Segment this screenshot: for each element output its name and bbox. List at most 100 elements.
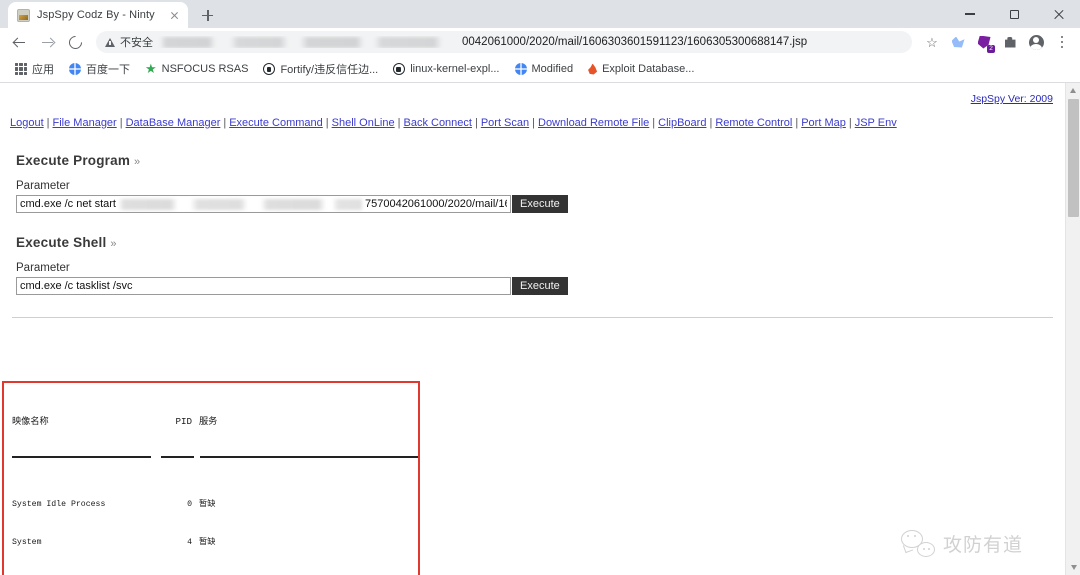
execute-shell-param-label: Parameter <box>16 262 70 274</box>
execute-shell-value: cmd.exe /c tasklist /svc <box>20 280 133 292</box>
window-close-button[interactable] <box>1036 0 1080 28</box>
minimize-icon <box>965 13 975 15</box>
extensions-puzzle-icon[interactable] <box>998 30 1022 54</box>
scrollbar-thumb[interactable] <box>1068 99 1079 217</box>
security-label: 不安全 <box>120 37 153 49</box>
nav-link-database-manager[interactable]: DataBase Manager <box>126 117 221 129</box>
nav-link-port-scan[interactable]: Port Scan <box>481 117 529 129</box>
table-row: System 4 暂缺 <box>12 537 418 550</box>
reload-icon <box>65 32 85 52</box>
tasklist-header-rule <box>12 455 418 458</box>
cell-services: 暂缺 <box>199 538 216 548</box>
execute-shell-input-row: cmd.exe /c tasklist /svc Execute <box>16 277 1053 295</box>
chevron-down-icon <box>1070 565 1077 570</box>
nav-separator: | <box>325 117 329 129</box>
nav-link-shell-online[interactable]: Shell OnLine <box>332 117 395 129</box>
tasklist-header-row: 映像名称 PID 服务 <box>12 416 418 429</box>
jspspy-version-link[interactable]: JspSpy Ver: 2009 <box>971 93 1053 105</box>
new-tab-button[interactable] <box>194 2 220 28</box>
nav-link-clipboard[interactable]: ClipBoard <box>658 117 706 129</box>
back-button[interactable] <box>6 29 32 55</box>
wechat-logo-icon <box>900 530 935 557</box>
extension-purple-icon[interactable]: 2 <box>972 30 996 54</box>
minimize-button[interactable] <box>948 0 992 28</box>
nav-separator: | <box>652 117 656 129</box>
bookmark-label: NSFOCUS RSAS <box>161 63 249 75</box>
bookmark-exploit-database[interactable]: Exploit Database... <box>581 60 701 78</box>
bookmarks-bar: 应用 百度一下 ★ NSFOCUS RSAS Fortify/违反信任边... … <box>0 56 1080 83</box>
cell-image-name: System Idle Process <box>12 500 106 510</box>
tasklist-output: 映像名称 PID 服务 System Idle Process 0 暂缺 Syste… <box>4 383 418 575</box>
forward-arrow-icon <box>41 36 54 49</box>
bookmark-label: Fortify/违反信任边... <box>280 64 379 76</box>
profile-avatar-icon[interactable] <box>1024 30 1048 54</box>
execute-program-button[interactable]: Execute <box>512 195 568 213</box>
bookmark-apps[interactable]: 应用 <box>8 58 61 80</box>
execute-shell-input[interactable]: cmd.exe /c tasklist /svc <box>16 277 511 295</box>
chevron-right-icon: » <box>134 156 141 168</box>
chrome-menu-icon[interactable] <box>1050 30 1074 54</box>
shell-nav-links: Logout | File Manager | DataBase Manager | Exe… <box>0 107 1065 131</box>
version-line: JspSpy Ver: 2009 <box>0 83 1065 107</box>
maximize-icon <box>1009 9 1019 19</box>
scroll-up-button[interactable] <box>1066 83 1080 98</box>
header-image-name: 映像名称 <box>12 416 49 428</box>
back-arrow-icon <box>13 36 26 49</box>
image-favicon <box>17 8 30 22</box>
cell-services: 暂缺 <box>199 500 216 510</box>
reload-button[interactable] <box>62 29 88 55</box>
browser-tab[interactable]: JspSpy Codz By - Ninty <box>8 2 188 28</box>
execute-program-input[interactable]: cmd.exe /c net start 7570042061000/2020/… <box>16 195 511 213</box>
execute-shell-button[interactable]: Execute <box>512 277 568 295</box>
execute-program-param-label: Parameter <box>16 180 70 192</box>
bookmark-label: 应用 <box>32 64 54 76</box>
nav-link-remote-control[interactable]: Remote Control <box>715 117 792 129</box>
forward-button[interactable] <box>34 29 60 55</box>
table-row: System Idle Process 0 暂缺 <box>12 499 418 512</box>
maximize-button[interactable] <box>992 0 1036 28</box>
bookmark-label: linux-kernel-expl... <box>410 63 500 75</box>
cell-pid: 4 <box>187 538 192 548</box>
browser-toolbar: 不安全 0042061000/2020/mail/160630360159112… <box>0 28 1080 56</box>
header-pid: PID <box>175 416 192 428</box>
nav-link-logout[interactable]: Logout <box>10 117 44 129</box>
extension-blue-icon[interactable] <box>946 30 970 54</box>
execute-program-redacted-region <box>117 198 363 210</box>
section-divider <box>12 317 1053 318</box>
bookmark-star-icon[interactable]: ☆ <box>920 30 944 54</box>
nav-link-file-manager[interactable]: File Manager <box>53 117 117 129</box>
extension-badge-count: 2 <box>987 45 995 53</box>
nav-separator: | <box>795 117 799 129</box>
tab-title: JspSpy Codz By - Ninty <box>37 9 155 21</box>
nav-link-jsp-env[interactable]: JSP Env <box>855 117 897 129</box>
nav-link-back-connect[interactable]: Back Connect <box>403 117 471 129</box>
bookmark-fortify[interactable]: Fortify/违反信任边... <box>256 58 385 80</box>
address-bar[interactable]: 不安全 0042061000/2020/mail/160630360159112… <box>96 31 912 53</box>
bookmark-label: Modified <box>531 63 574 75</box>
close-icon[interactable] <box>167 8 182 23</box>
cell-image-name: System <box>12 538 42 548</box>
nav-separator: | <box>474 117 478 129</box>
nav-separator: | <box>223 117 227 129</box>
browser-window: JspSpy Codz By - Ninty 不安全 0042061000/20… <box>0 0 1080 575</box>
nav-link-port-map[interactable]: Port Map <box>801 117 846 129</box>
nav-link-execute-command[interactable]: Execute Command <box>229 117 323 129</box>
nav-link-download-remote-file[interactable]: Download Remote File <box>538 117 649 129</box>
execute-program-value-tail: 7570042061000/2020/mail/160630360159112 <box>364 198 507 210</box>
scroll-down-button[interactable] <box>1066 560 1080 575</box>
execute-program-title: Execute Program <box>16 153 131 168</box>
header-services: 服务 <box>199 416 218 428</box>
bookmark-modified[interactable]: Modified <box>508 60 581 78</box>
watermark: 攻防有道 <box>900 530 1023 557</box>
bookmark-baidu[interactable]: 百度一下 <box>62 58 137 80</box>
tab-strip: JspSpy Codz By - Ninty <box>0 0 1080 28</box>
jspspy-page: JspSpy Ver: 2009 Logout | File Manager | Dat… <box>0 83 1065 575</box>
nav-separator: | <box>46 117 50 129</box>
nav-separator: | <box>848 117 852 129</box>
globe-icon <box>514 63 527 75</box>
bookmark-linux-kernel-expl[interactable]: linux-kernel-expl... <box>386 60 506 78</box>
bookmark-nsfocus-rsas[interactable]: ★ NSFOCUS RSAS <box>138 60 255 78</box>
execute-program-input-row: cmd.exe /c net start 7570042061000/2020/… <box>16 195 1053 213</box>
page-scrollbar[interactable] <box>1065 83 1080 575</box>
close-icon <box>1053 9 1064 20</box>
